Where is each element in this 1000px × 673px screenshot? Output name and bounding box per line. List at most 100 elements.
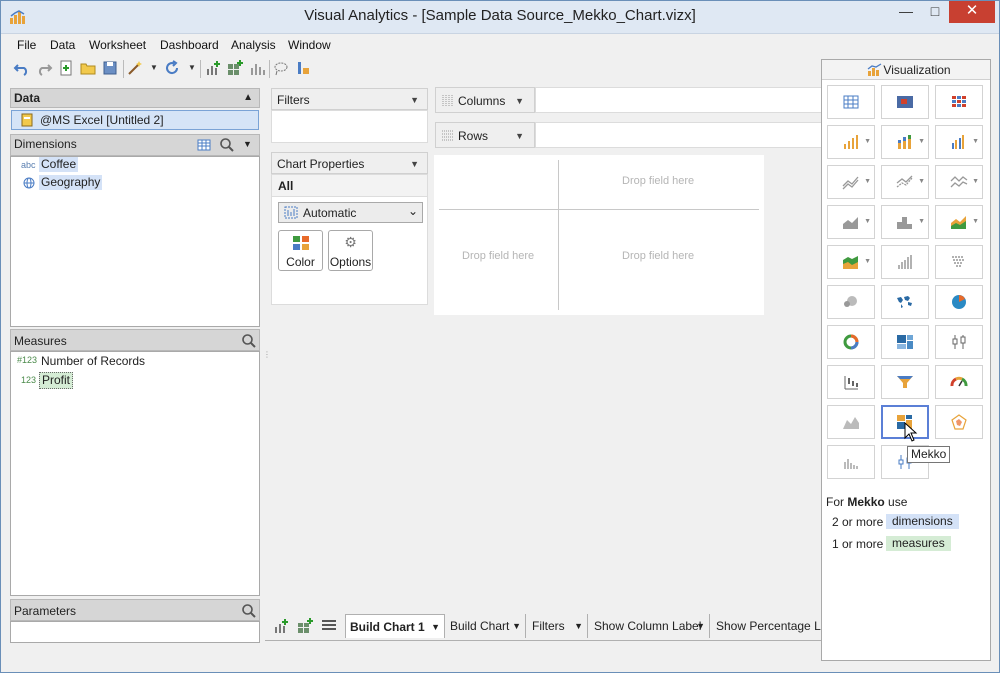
chevron-down-icon[interactable]: ▼ — [188, 63, 196, 72]
chevron-down-icon[interactable]: ▼ — [410, 159, 419, 169]
chevron-down-icon[interactable]: ▼ — [243, 135, 252, 153]
menu-data[interactable]: Data — [50, 38, 75, 52]
viz-stacked-bar[interactable]: ▼ — [881, 125, 929, 159]
chevron-down-icon[interactable]: ▼ — [918, 178, 925, 185]
chevron-down-icon[interactable]: ▼ — [864, 178, 871, 185]
new-worksheet-icon[interactable] — [273, 618, 289, 634]
options-button[interactable]: ⚙ Options — [328, 230, 373, 271]
add-dashboard-icon[interactable] — [226, 59, 244, 77]
datasource-item[interactable]: @MS Excel [Untitled 2] — [11, 110, 259, 130]
close-button[interactable]: ✕ — [949, 1, 995, 23]
drop-zone-columns[interactable]: Drop field here — [622, 175, 694, 187]
chevron-down-icon[interactable]: ▼ — [972, 138, 979, 145]
add-chart-icon[interactable] — [204, 59, 222, 77]
search-icon[interactable] — [241, 603, 257, 619]
chevron-down-icon[interactable]: ▼ — [918, 218, 925, 225]
viz-stacked-area[interactable]: ▼ — [935, 205, 983, 239]
menu-file[interactable]: File — [17, 38, 36, 52]
table-view-icon[interactable] — [197, 138, 211, 152]
chevron-down-icon[interactable]: ▼ — [150, 63, 158, 72]
chevron-down-icon[interactable]: ▼ — [972, 178, 979, 185]
magic-wand-icon[interactable] — [126, 59, 144, 77]
menu-window[interactable]: Window — [288, 38, 331, 52]
swap-axes-icon[interactable] — [294, 59, 312, 77]
properties-scope-all[interactable]: All — [272, 175, 427, 197]
drop-zone-chart[interactable]: Drop field here — [622, 250, 694, 262]
chevron-down-icon[interactable]: ▼ — [696, 614, 705, 638]
chevron-down-icon[interactable]: ▼ — [918, 138, 925, 145]
viz-donut-chart[interactable] — [827, 325, 875, 359]
color-button[interactable]: Color — [278, 230, 323, 271]
tab-build-chart[interactable]: Build Chart ▼ — [446, 614, 526, 638]
viz-map[interactable] — [881, 285, 929, 319]
viz-step-area[interactable]: ▼ — [881, 205, 929, 239]
viz-line-chart[interactable]: ▼ — [827, 165, 875, 199]
viz-pareto[interactable] — [827, 445, 875, 479]
viz-bubble-chart[interactable] — [827, 285, 875, 319]
dimension-field-geography[interactable]: Geography — [39, 175, 103, 190]
menu-analysis[interactable]: Analysis — [231, 38, 276, 52]
chevron-down-icon[interactable]: ▼ — [864, 138, 871, 145]
search-icon[interactable] — [219, 137, 235, 153]
viz-histogram[interactable] — [881, 245, 929, 279]
viz-mountain[interactable] — [827, 405, 875, 439]
viz-pie-chart[interactable] — [935, 285, 983, 319]
minimize-button[interactable]: — — [891, 1, 921, 23]
tab-build-chart-1[interactable]: Build Chart 1 ▼ — [345, 614, 445, 638]
dimension-field-coffee[interactable]: Coffee — [39, 157, 79, 172]
chart-icon[interactable] — [248, 59, 266, 77]
new-dashboard-icon[interactable] — [297, 618, 313, 634]
viz-bar-chart[interactable]: ▼ — [827, 125, 875, 159]
viz-funnel[interactable] — [881, 365, 929, 399]
lasso-select-icon[interactable] — [272, 59, 290, 77]
chevron-down-icon[interactable]: ▼ — [574, 614, 583, 638]
undo-icon[interactable] — [13, 59, 31, 77]
rows-shelf-label: Rows ▼ — [435, 122, 535, 148]
tab-show-percentage-label[interactable]: Show Percentage Lab — [712, 614, 821, 638]
splitter-handle[interactable]: ⋮ — [263, 351, 271, 359]
chevron-down-icon[interactable]: ▼ — [972, 218, 979, 225]
measure-field-number-of-records[interactable]: Number of Records — [39, 354, 147, 369]
sheet-list-icon[interactable] — [321, 619, 337, 633]
viz-multi-line[interactable]: ▼ — [935, 165, 983, 199]
columns-shelf[interactable] — [535, 87, 821, 113]
viz-scatter-plot[interactable] — [935, 245, 983, 279]
redo-icon[interactable] — [35, 59, 53, 77]
chevron-down-icon[interactable]: ▼ — [864, 258, 871, 265]
viz-box-plot[interactable] — [935, 325, 983, 359]
viz-gauge[interactable] — [935, 365, 983, 399]
viz-text-table[interactable] — [827, 85, 875, 119]
viz-radar[interactable] — [935, 405, 983, 439]
new-file-icon[interactable] — [57, 59, 75, 77]
chevron-down-icon[interactable]: ▼ — [864, 218, 871, 225]
filters-shelf[interactable] — [271, 110, 428, 143]
viz-area-percent[interactable]: ▼ — [827, 245, 875, 279]
viz-area-chart[interactable]: ▼ — [827, 205, 875, 239]
tab-show-column-label[interactable]: Show Column Label ▼ — [590, 614, 710, 638]
chevron-down-icon[interactable]: ▼ — [515, 96, 524, 106]
tab-filters[interactable]: Filters ▼ — [528, 614, 588, 638]
chevron-down-icon[interactable]: ▼ — [410, 95, 419, 105]
chevron-down-icon[interactable]: ▼ — [515, 131, 524, 141]
menu-dashboard[interactable]: Dashboard — [160, 38, 219, 52]
viz-dual-line[interactable]: ▼ — [881, 165, 929, 199]
viz-heat-map[interactable] — [881, 85, 929, 119]
viz-side-by-side-bar[interactable]: ▼ — [935, 125, 983, 159]
viz-treemap[interactable] — [881, 325, 929, 359]
chevron-down-icon[interactable]: ▼ — [512, 614, 521, 638]
search-icon[interactable] — [241, 333, 257, 349]
mark-type-select[interactable]: Automatic ⌄ — [278, 202, 423, 223]
save-icon[interactable] — [101, 59, 119, 77]
drop-zone-rows[interactable]: Drop field here — [462, 250, 534, 262]
chevron-down-icon[interactable]: ▼ — [431, 615, 440, 639]
sort-icon[interactable]: ▲︎ — [243, 89, 253, 107]
refresh-icon[interactable] — [163, 59, 181, 77]
menu-worksheet[interactable]: Worksheet — [89, 38, 146, 52]
rows-shelf[interactable] — [535, 122, 821, 148]
viz-highlight-table[interactable] — [935, 85, 983, 119]
viz-waterfall[interactable] — [827, 365, 875, 399]
maximize-button[interactable]: □ — [922, 1, 948, 23]
open-folder-icon[interactable] — [79, 59, 97, 77]
chart-drop-area[interactable]: Drop field here Drop field here Drop fie… — [434, 155, 764, 315]
measure-field-profit[interactable]: Profit — [39, 372, 74, 389]
